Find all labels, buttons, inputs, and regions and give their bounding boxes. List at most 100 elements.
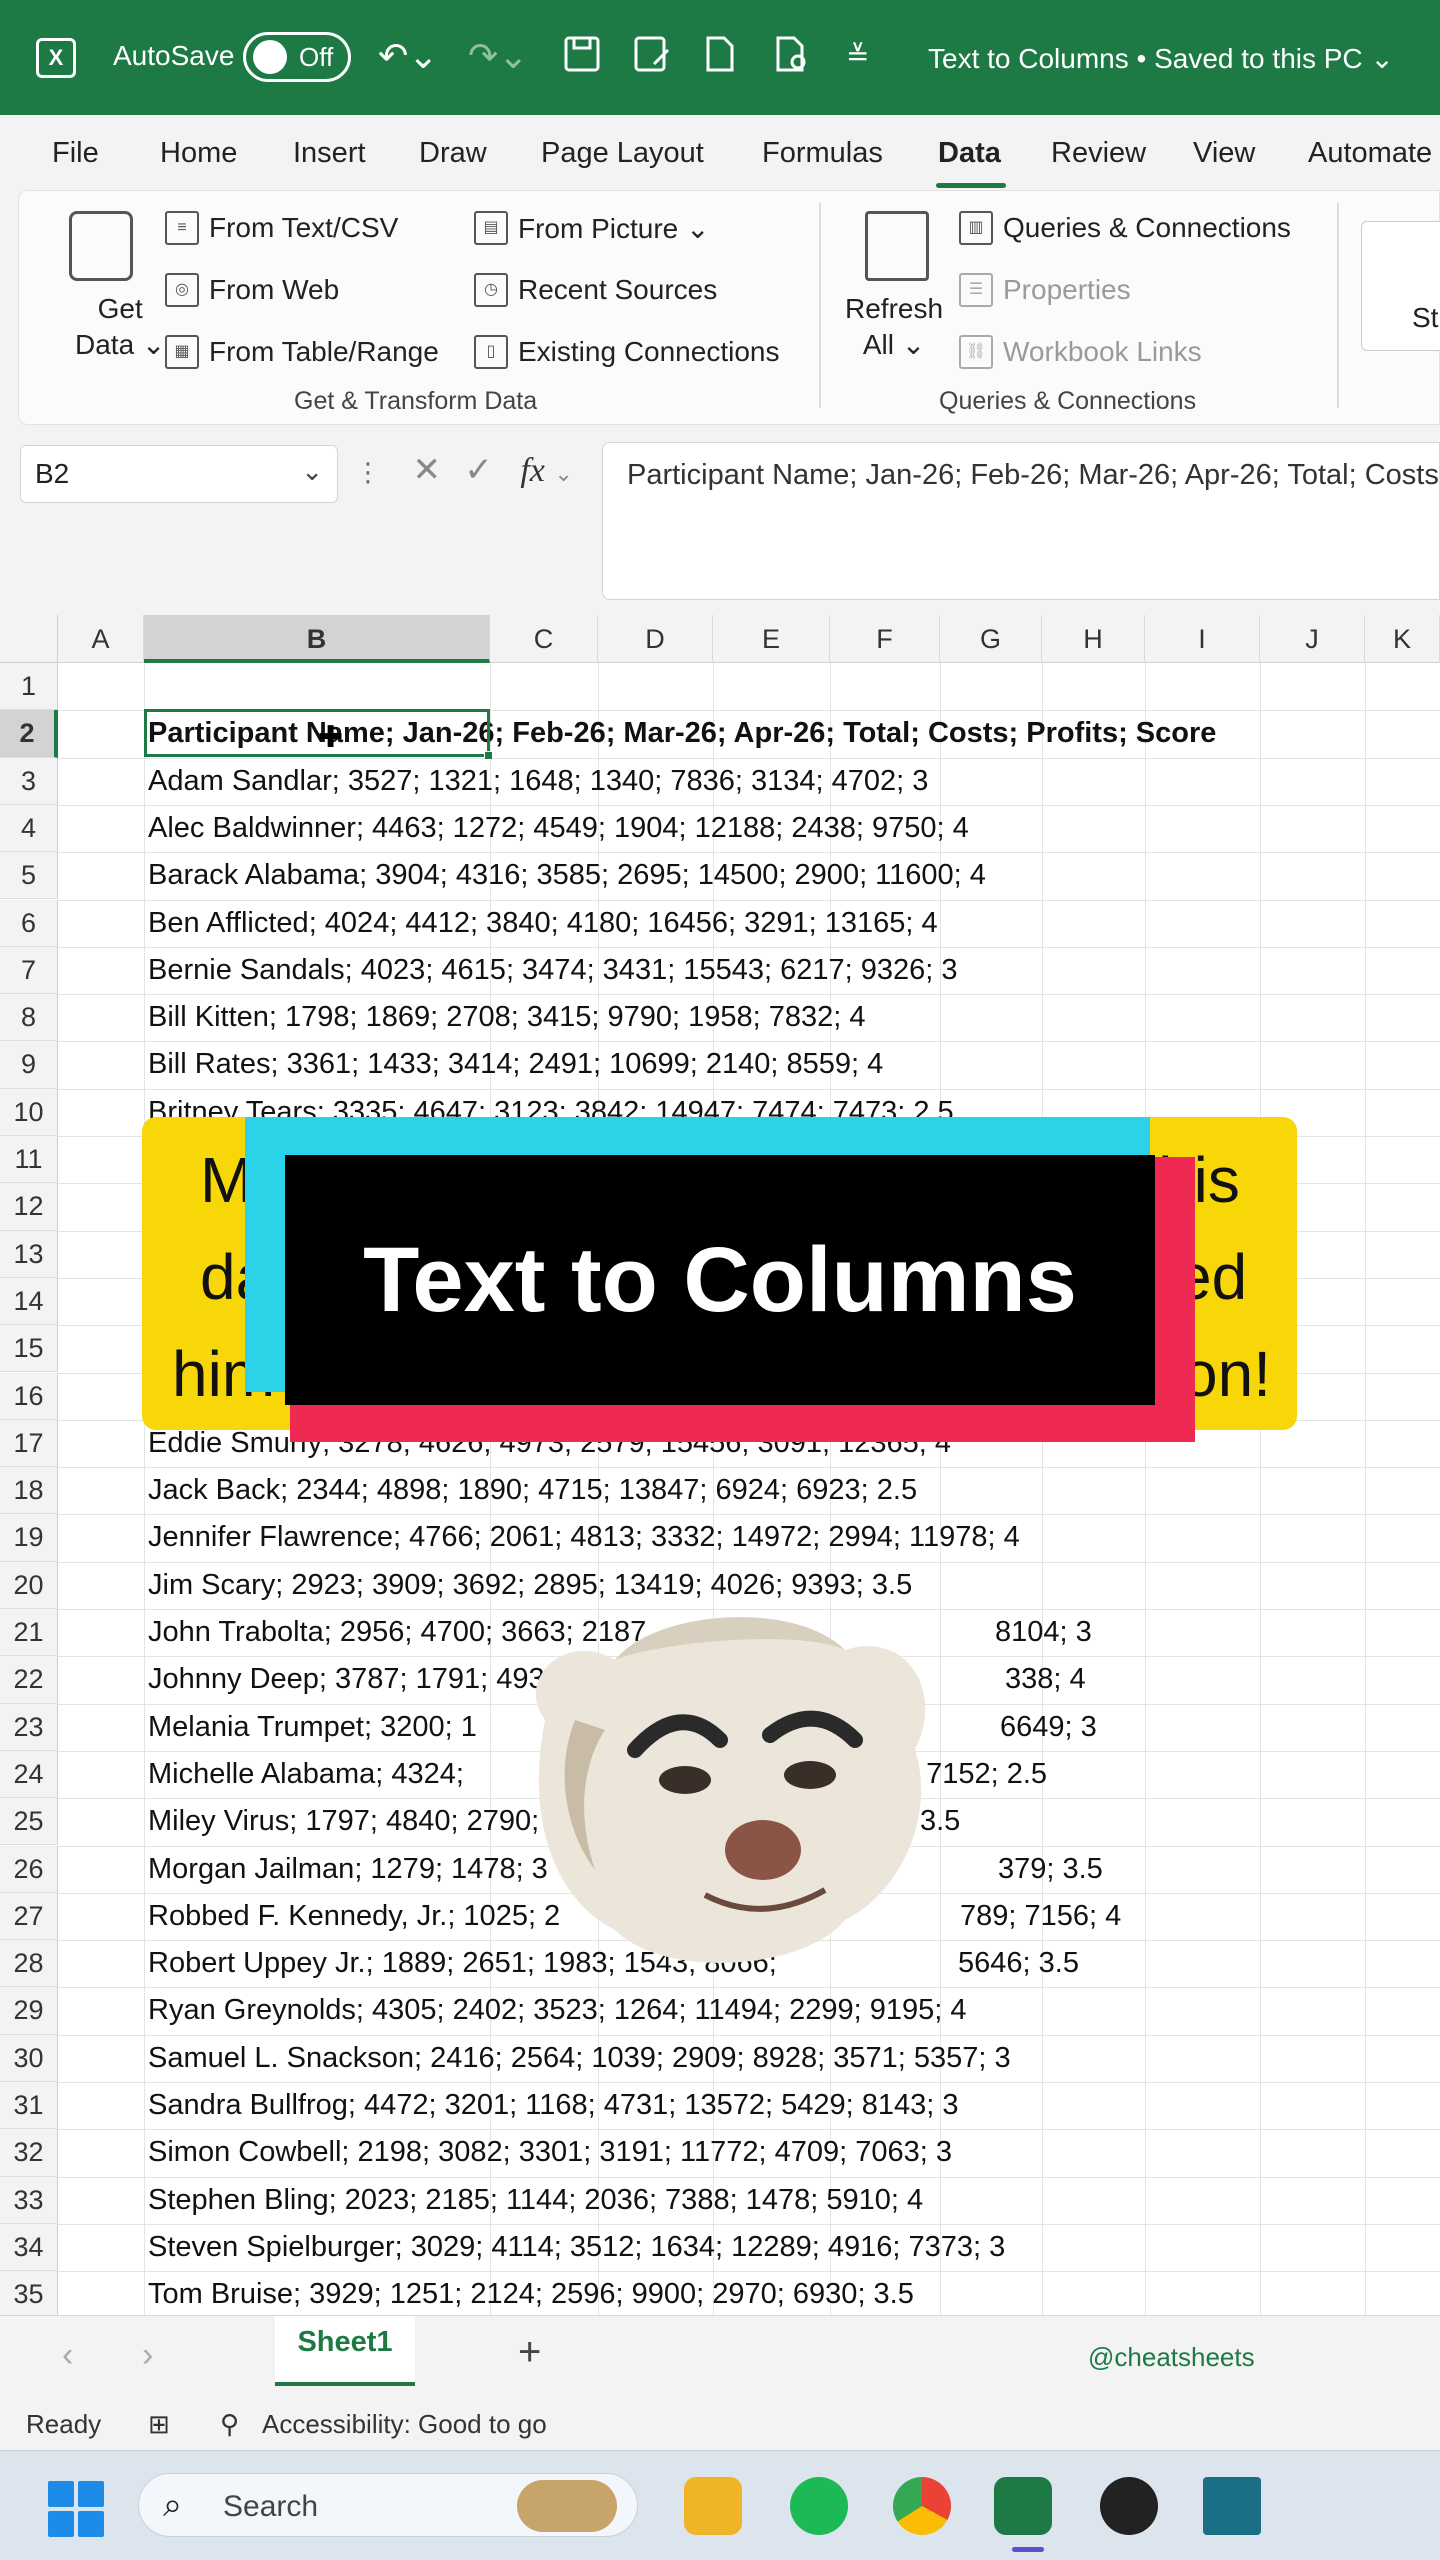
next-sheet-icon[interactable]: › — [142, 2336, 153, 2375]
chevron-down-icon[interactable]: ⌄ — [554, 461, 572, 486]
row-header[interactable]: 7 — [0, 946, 58, 995]
row-header[interactable]: 27 — [0, 1892, 58, 1941]
taskbar-search[interactable]: ⌕ Search — [138, 2473, 638, 2537]
column-header-j[interactable]: J — [1260, 615, 1365, 663]
autosave-toggle[interactable]: Off — [243, 32, 351, 82]
row-header[interactable]: 28 — [0, 1940, 58, 1988]
cell-b9[interactable]: Bill Rates; 3361; 1433; 3414; 2491; 1069… — [148, 1041, 883, 1088]
obs-icon[interactable] — [1100, 2477, 1158, 2535]
redo-icon[interactable]: ↷⌄ — [468, 34, 528, 78]
worksheet-grid[interactable]: A B C D E F G H I J K 1 2 Participant Name; Jan-26; F… — [0, 615, 1440, 2315]
cell-b31[interactable]: Sandra Bullfrog; 4472; 3201; 1168; 4731;… — [148, 2082, 959, 2129]
stocks-button[interactable]: St — [1361, 221, 1440, 351]
row-header[interactable]: 16 — [0, 1372, 58, 1420]
row-header[interactable]: 23 — [0, 1703, 58, 1751]
customize-qat-icon[interactable]: ≚ — [846, 34, 869, 78]
cell-b33[interactable]: Stephen Bling; 2023; 2185; 1144; 2036; 7… — [148, 2177, 923, 2224]
existing-connections-button[interactable]: ▯ Existing Connections — [474, 335, 779, 369]
row-header[interactable]: 29 — [0, 1987, 58, 2035]
new-file-icon[interactable] — [702, 34, 738, 84]
column-header-a[interactable]: A — [58, 615, 144, 663]
row-header[interactable]: 8 — [0, 994, 58, 1042]
tab-review[interactable]: Review — [1051, 137, 1146, 170]
cell-b22[interactable]: Johnny Deep; 3787; 1791; 4939 — [148, 1656, 561, 1703]
from-text-csv-button[interactable]: ≡ From Text/CSV — [165, 211, 398, 245]
cell-b19[interactable]: Jennifer Flawrence; 4766; 2061; 4813; 33… — [148, 1514, 1020, 1561]
more-options-icon[interactable]: ⋮ — [355, 457, 381, 487]
cell-b29[interactable]: Ryan Greynolds; 4305; 2402; 3523; 1264; … — [148, 1987, 967, 2034]
enter-check-icon[interactable]: ✓ — [464, 451, 493, 489]
row-header[interactable]: 25 — [0, 1798, 58, 1846]
prev-sheet-icon[interactable]: ‹ — [62, 2336, 73, 2375]
column-header-f[interactable]: F — [830, 615, 940, 663]
row-header[interactable]: 5 — [0, 852, 58, 900]
insert-function-icon[interactable]: fx — [520, 452, 545, 489]
undo-icon[interactable]: ↶⌄ — [378, 34, 438, 78]
tab-formulas[interactable]: Formulas — [762, 137, 883, 170]
column-header-e[interactable]: E — [713, 615, 830, 663]
cell-b4[interactable]: Alec Baldwinner; 4463; 1272; 4549; 1904;… — [148, 805, 969, 852]
properties-button[interactable]: ☰ Properties — [959, 273, 1131, 307]
row-header[interactable]: 31 — [0, 2082, 58, 2130]
row-header[interactable]: 18 — [0, 1467, 58, 1515]
row-header[interactable]: 35 — [0, 2271, 58, 2315]
cell-b35[interactable]: Tom Bruise; 3929; 1251; 2124; 2596; 9900… — [148, 2271, 914, 2315]
row-header[interactable]: 17 — [0, 1419, 58, 1468]
cell-b7[interactable]: Bernie Sandals; 4023; 4615; 3474; 3431; … — [148, 947, 957, 994]
save-as-icon[interactable] — [632, 34, 672, 84]
formula-input[interactable]: Participant Name; Jan-26; Feb-26; Mar-26… — [602, 442, 1440, 600]
workbook-links-button[interactable]: ⛓ Workbook Links — [959, 335, 1202, 369]
column-header-k[interactable]: K — [1365, 615, 1440, 663]
tab-file[interactable]: File — [52, 137, 99, 170]
cell-b27[interactable]: Robbed F. Kennedy, Jr.; 1025; 2 — [148, 1893, 560, 1940]
fill-handle[interactable] — [484, 751, 493, 760]
row-header[interactable]: 34 — [0, 2223, 58, 2272]
cell-b34[interactable]: Steven Spielburger; 3029; 4114; 3512; 16… — [148, 2224, 1005, 2271]
column-header-d[interactable]: D — [598, 615, 713, 663]
refresh-all-button[interactable]: Refresh All ⌄ — [845, 291, 943, 363]
row-header[interactable]: 20 — [0, 1561, 58, 1609]
chrome-icon[interactable] — [893, 2477, 951, 2535]
cell-b6[interactable]: Ben Afflicted; 4024; 4412; 3840; 4180; 1… — [148, 900, 938, 947]
spotify-icon[interactable] — [790, 2477, 848, 2535]
column-header-g[interactable]: G — [940, 615, 1042, 663]
macro-recording-icon[interactable]: ⊞ — [148, 2409, 170, 2440]
from-table-range-button[interactable]: ▦ From Table/Range — [165, 335, 439, 369]
cell-b30[interactable]: Samuel L. Snackson; 2416; 2564; 1039; 29… — [148, 2035, 1011, 2082]
chevron-down-icon[interactable]: ⌄ — [301, 456, 323, 487]
row-header[interactable]: 21 — [0, 1609, 58, 1657]
column-header-b[interactable]: B — [144, 615, 490, 663]
column-header-i[interactable]: I — [1145, 615, 1260, 663]
add-sheet-button[interactable]: + — [518, 2330, 541, 2375]
cell-b5[interactable]: Barack Alabama; 3904; 4316; 3585; 2695; … — [148, 852, 986, 899]
cell-b8[interactable]: Bill Kitten; 1798; 1869; 2708; 3415; 979… — [148, 994, 866, 1041]
recent-sources-button[interactable]: ◷ Recent Sources — [474, 273, 717, 307]
row-header[interactable]: 2 — [0, 710, 58, 758]
cell-b23[interactable]: Melania Trumpet; 3200; 1 — [148, 1704, 477, 1751]
row-header[interactable]: 19 — [0, 1514, 58, 1562]
row-header[interactable]: 33 — [0, 2176, 58, 2224]
row-header[interactable]: 30 — [0, 2034, 58, 2082]
row-header[interactable]: 32 — [0, 2129, 58, 2177]
row-header[interactable]: 3 — [0, 757, 58, 805]
cell-b26[interactable]: Morgan Jailman; 1279; 1478; 3 — [148, 1846, 548, 1893]
queries-connections-button[interactable]: ▥ Queries & Connections — [959, 211, 1291, 245]
tab-automate[interactable]: Automate — [1308, 137, 1432, 170]
row-header[interactable]: 13 — [0, 1230, 58, 1278]
select-all-corner[interactable] — [0, 615, 58, 663]
row-header[interactable]: 6 — [0, 899, 58, 947]
row-header[interactable]: 4 — [0, 804, 58, 853]
column-header-c[interactable]: C — [490, 615, 598, 663]
sheet-tab-sheet1[interactable]: Sheet1 — [275, 2316, 415, 2386]
from-picture-button[interactable]: ▤ From Picture ⌄ — [474, 211, 710, 245]
row-header[interactable]: 22 — [0, 1656, 58, 1704]
cell-b32[interactable]: Simon Cowbell; 2198; 3082; 3301; 3191; 1… — [148, 2129, 952, 2176]
windows-start-icon[interactable] — [48, 2481, 104, 2537]
excel-taskbar-icon[interactable] — [994, 2477, 1052, 2535]
cell-b18[interactable]: Jack Back; 2344; 4898; 1890; 4715; 13847… — [148, 1467, 917, 1514]
row-header[interactable]: 9 — [0, 1041, 58, 1089]
row-header[interactable]: 26 — [0, 1845, 58, 1893]
cancel-icon[interactable]: ✕ — [412, 451, 441, 489]
tab-data[interactable]: Data — [938, 137, 1001, 170]
tab-draw[interactable]: Draw — [419, 137, 487, 170]
